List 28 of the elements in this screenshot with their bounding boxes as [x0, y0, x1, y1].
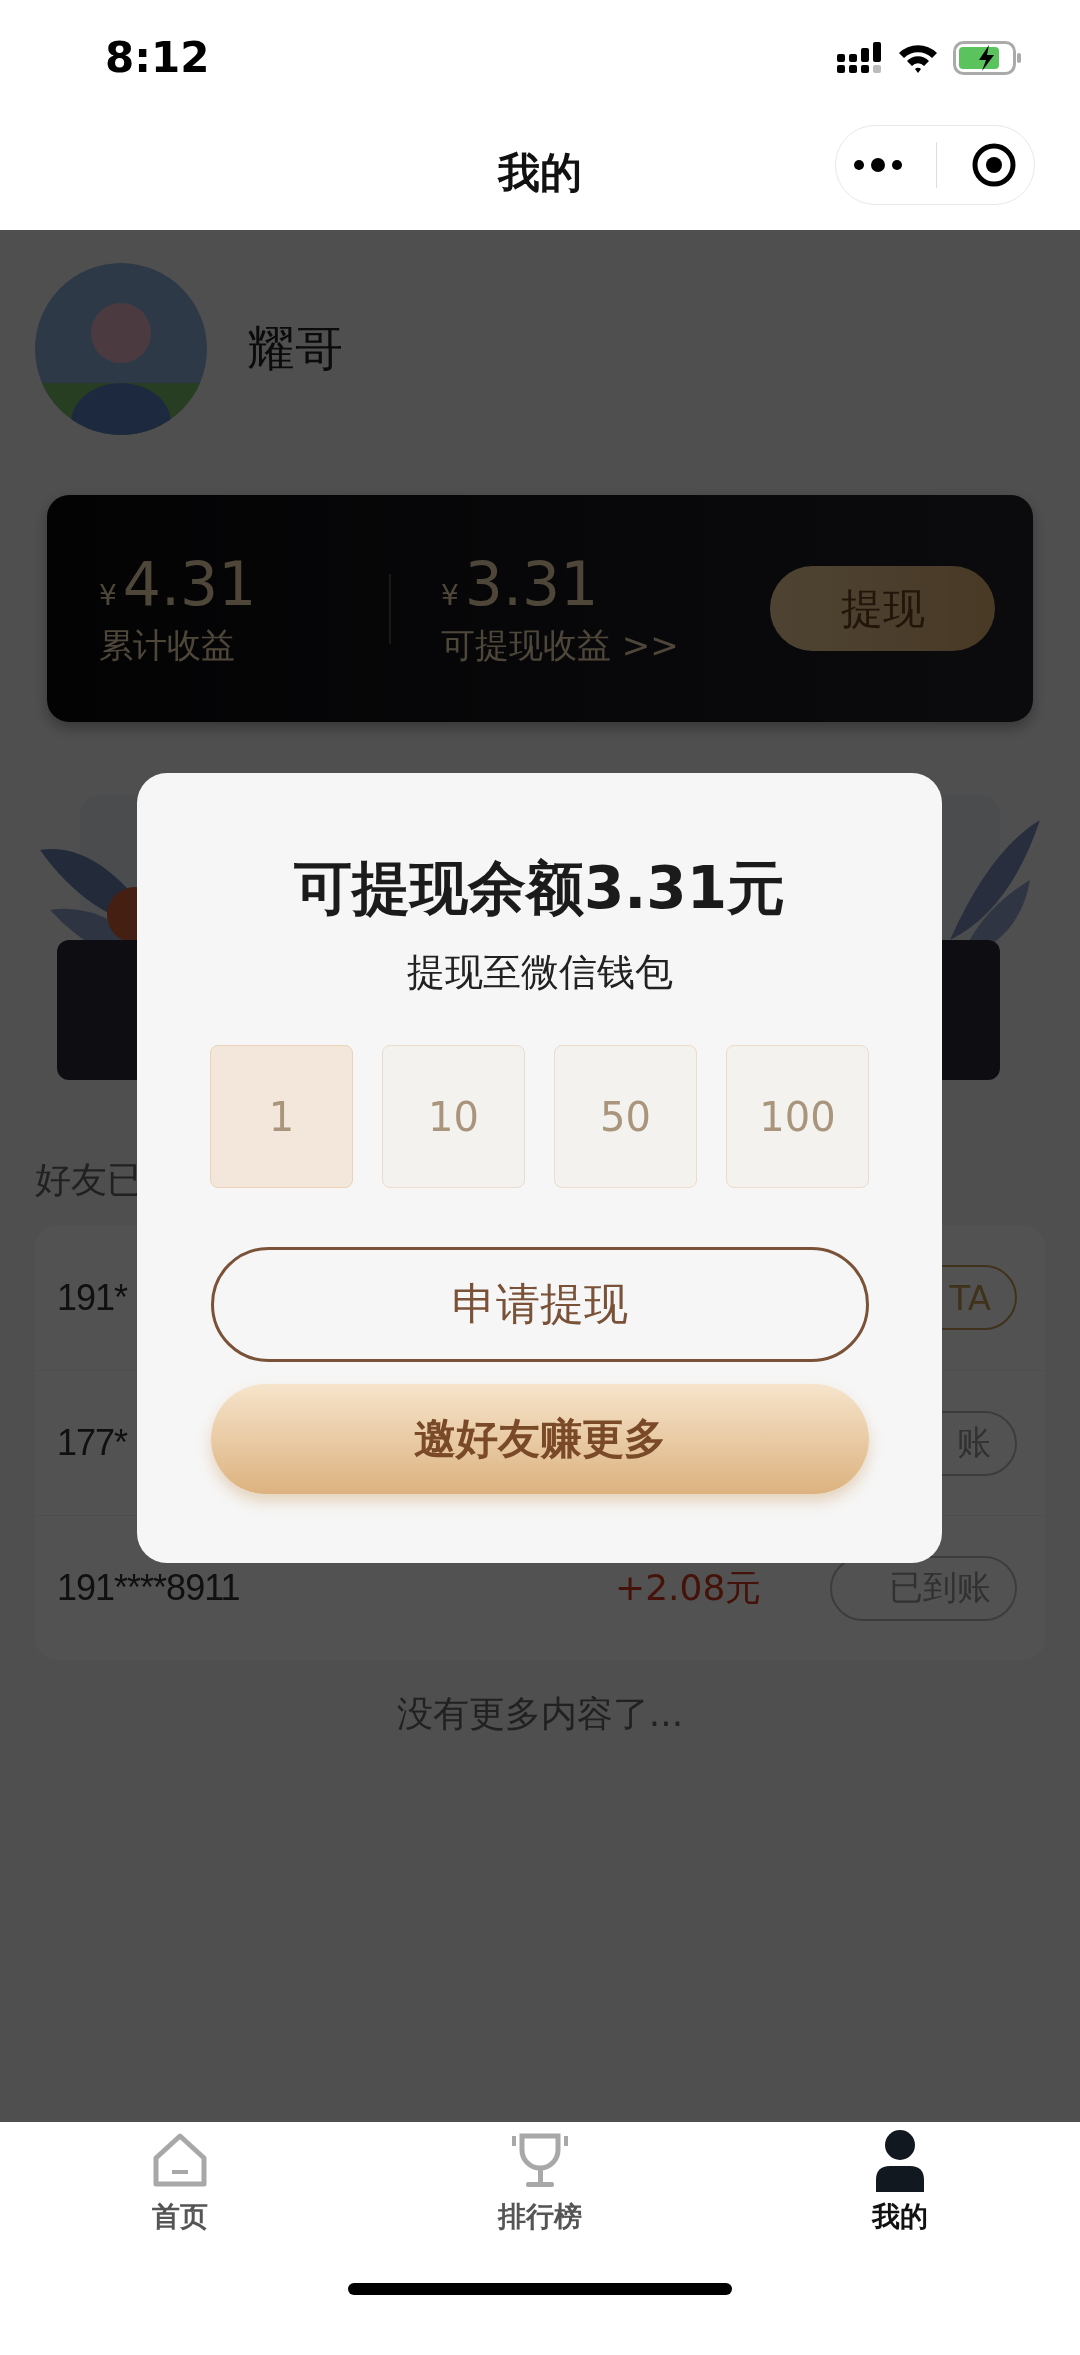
- more-icon[interactable]: [852, 157, 903, 173]
- amount-option[interactable]: 1: [210, 1045, 353, 1188]
- reward-amount: +2.08元: [615, 1565, 763, 1610]
- phone-number: 191****8911: [57, 1567, 240, 1609]
- amount-option[interactable]: 100: [726, 1045, 869, 1188]
- withdrawable-link[interactable]: 可提现收益 >>: [441, 622, 770, 669]
- stat-label: 累计收益: [99, 623, 236, 667]
- phone-number: 191*: [57, 1276, 128, 1319]
- tab-item[interactable]: 我的: [720, 2122, 1080, 2237]
- dialog-subtitle: 提现至微信钱包: [406, 949, 673, 996]
- amount-option[interactable]: 10: [382, 1045, 525, 1188]
- battery-icon: [953, 40, 1023, 75]
- dialog-title: 可提现余额3.31元: [293, 853, 786, 924]
- apply-withdraw-button[interactable]: 申请提现: [210, 1247, 869, 1362]
- amount-value: 4.31: [122, 548, 257, 619]
- amount-value: 3.31: [464, 548, 599, 619]
- tab-item[interactable]: 首页: [0, 2122, 360, 2237]
- tab-item[interactable]: 排行榜: [360, 2122, 720, 2237]
- currency-sign: ¥: [99, 578, 117, 612]
- invite-friends-button[interactable]: 邀好友赚更多: [210, 1384, 869, 1494]
- page-title: 我的: [498, 146, 582, 199]
- user-name: 耀哥: [247, 319, 343, 378]
- signal-icon: [837, 41, 883, 74]
- clock: 8:12: [105, 33, 211, 82]
- amount-option[interactable]: 50: [554, 1045, 697, 1188]
- close-target-icon[interactable]: [971, 142, 1018, 188]
- phone-number: 177*: [57, 1422, 128, 1464]
- currency-sign: ¥: [441, 578, 459, 612]
